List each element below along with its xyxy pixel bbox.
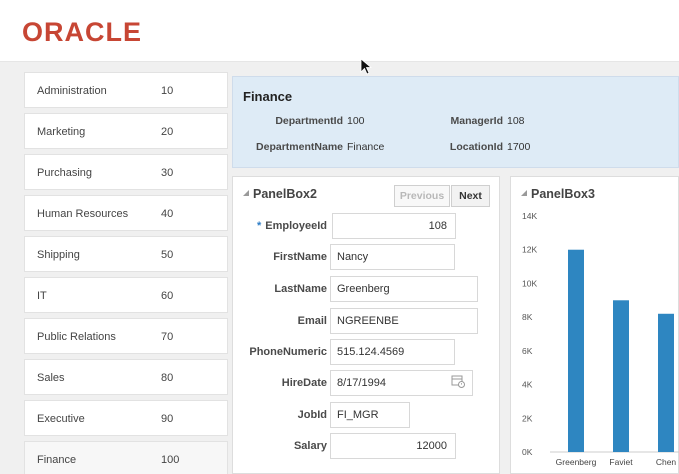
app-header: ORACLE xyxy=(0,0,679,62)
y-tick-label: 0K xyxy=(522,447,533,457)
next-button[interactable]: Next xyxy=(451,185,490,207)
department-list-item[interactable]: Shipping 50 xyxy=(24,236,228,272)
salary-label: Salary xyxy=(293,440,327,452)
department-name: IT xyxy=(37,290,47,302)
department-name: Shipping xyxy=(37,249,80,261)
first-name-label: FirstName xyxy=(273,251,327,263)
y-tick-label: 14K xyxy=(522,211,537,221)
department-list-item[interactable]: Public Relations 70 xyxy=(24,318,228,354)
department-list-item[interactable]: Purchasing 30 xyxy=(24,154,228,190)
department-name: Human Resources xyxy=(37,208,129,220)
department-list-item[interactable]: Executive 90 xyxy=(24,400,228,436)
department-name: Executive xyxy=(37,413,85,425)
manager-id-value: 108 xyxy=(507,115,525,127)
y-tick-label: 10K xyxy=(522,278,537,288)
x-tick-label: Faviet xyxy=(609,457,633,467)
department-name: Public Relations xyxy=(37,331,116,343)
department-list-item[interactable]: Marketing 20 xyxy=(24,113,228,149)
department-id-value: 100 xyxy=(347,115,365,127)
department-list-item[interactable]: Sales 80 xyxy=(24,359,228,395)
y-tick-label: 8K xyxy=(522,312,533,322)
location-id-label: LocationId xyxy=(449,141,503,153)
job-id-label: JobId xyxy=(297,409,327,421)
salary-bar-chart: 14K 12K 10K 8K 6K 4K 2K 0K Greenberg Faviet Chen xyxy=(522,211,679,467)
y-tick-label: 6K xyxy=(522,346,533,356)
phone-label: PhoneNumeric xyxy=(249,346,327,358)
y-tick-label: 2K xyxy=(522,413,533,423)
last-name-label: LastName xyxy=(274,283,327,295)
department-id: 60 xyxy=(161,290,174,302)
y-tick-label: 12K xyxy=(522,245,537,255)
panelbox2-title: PanelBox2 xyxy=(253,187,317,201)
department-id: 20 xyxy=(161,126,174,138)
mouse-cursor-icon xyxy=(360,58,372,75)
x-tick-label: Greenberg xyxy=(556,457,597,467)
x-tick-label: Chen xyxy=(656,457,677,467)
department-detail-title: Finance xyxy=(243,89,293,104)
department-name-label: DepartmentName xyxy=(256,141,343,153)
department-list-item[interactable]: Finance 100 xyxy=(24,441,228,474)
phone-input[interactable]: 515.124.4569 xyxy=(330,339,455,365)
department-id: 100 xyxy=(161,454,180,466)
chart-bar[interactable] xyxy=(613,300,629,452)
department-list-item[interactable]: Human Resources 40 xyxy=(24,195,228,231)
department-list-item[interactable]: IT 60 xyxy=(24,277,228,313)
department-name: Administration xyxy=(37,85,107,97)
collapse-triangle-icon[interactable] xyxy=(521,190,527,196)
job-id-input[interactable]: FI_MGR xyxy=(330,402,410,428)
chart-bar[interactable] xyxy=(658,313,674,452)
department-name: Marketing xyxy=(37,126,86,138)
chart-bar[interactable] xyxy=(568,249,584,452)
department-id: 30 xyxy=(161,167,174,179)
manager-id-label: ManagerId xyxy=(450,115,503,127)
department-id: 10 xyxy=(161,85,174,97)
department-detail-header: Finance DepartmentId 100 ManagerId 108 D… xyxy=(232,76,679,168)
employee-id-label: * EmployeeId xyxy=(256,220,327,232)
department-id-label: DepartmentId xyxy=(275,115,343,127)
salary-input[interactable]: 12000 xyxy=(330,433,456,459)
required-indicator: * xyxy=(256,220,262,232)
department-name: Finance xyxy=(37,454,77,466)
department-list-item[interactable]: Administration 10 xyxy=(24,72,228,108)
department-name: Sales xyxy=(37,372,65,384)
department-id: 80 xyxy=(161,372,174,384)
y-tick-label: 4K xyxy=(522,380,533,390)
location-id-value: 1700 xyxy=(507,141,531,153)
panelbox3-title: PanelBox3 xyxy=(531,187,595,201)
employee-id-input[interactable]: 108 xyxy=(332,213,456,239)
calendar-icon[interactable] xyxy=(451,374,465,388)
department-name-value: Finance xyxy=(347,141,385,153)
svg-text:ORACLE: ORACLE xyxy=(22,17,142,46)
oracle-logo: ORACLE xyxy=(22,17,142,46)
collapse-triangle-icon[interactable] xyxy=(243,190,249,196)
department-id: 90 xyxy=(161,413,174,425)
last-name-input[interactable]: Greenberg xyxy=(330,276,478,302)
hire-date-label: HireDate xyxy=(281,377,327,389)
email-label: Email xyxy=(297,315,327,327)
department-name: Purchasing xyxy=(37,167,93,179)
previous-button[interactable]: Previous xyxy=(394,185,450,207)
first-name-input[interactable]: Nancy xyxy=(330,244,455,270)
department-id: 50 xyxy=(161,249,174,261)
email-input[interactable]: NGREENBE xyxy=(330,308,478,334)
department-id: 40 xyxy=(161,208,174,220)
department-id: 70 xyxy=(161,331,174,343)
